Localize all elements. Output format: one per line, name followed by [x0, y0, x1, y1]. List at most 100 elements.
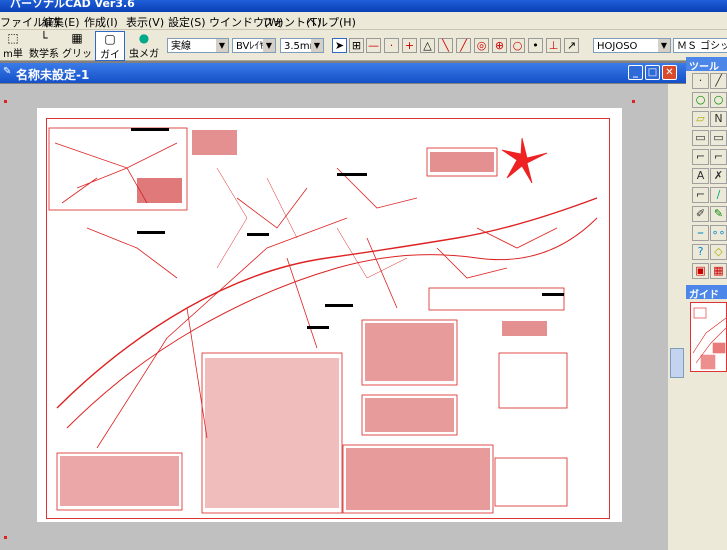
linetype-select[interactable]: 実線 ▼: [167, 38, 229, 53]
unit-button[interactable]: ⬚ m単位: [0, 31, 26, 75]
guide-window-title: ガイド: [689, 290, 719, 301]
rect-tool-button[interactable]: ▭: [692, 130, 709, 146]
circle2-tool-button[interactable]: ○: [710, 92, 727, 108]
canvas-marker: [4, 536, 7, 539]
size-select[interactable]: 3.5mm ▼: [280, 38, 324, 53]
dot-tool-button[interactable]: ·: [692, 73, 709, 89]
dimension-tool-button[interactable]: ✗: [710, 168, 727, 184]
maximize-button[interactable]: □: [645, 65, 660, 80]
fill-tool-button[interactable]: ◇: [710, 244, 727, 260]
menu-bar: ファイル(F) 編集(E) 作成(I) 表示(V) 設定(S) ウインドウ(W)…: [0, 12, 727, 30]
freehand-tool-button[interactable]: N: [710, 111, 727, 127]
rect2-tool-button[interactable]: ▭: [710, 130, 727, 146]
minimize-button[interactable]: _: [628, 65, 643, 80]
polyline2-tool-button[interactable]: ⌐: [710, 149, 727, 165]
app-title: パーソナルCAD Ver3.6: [10, 0, 135, 10]
linetype-value: 実線: [171, 41, 191, 52]
circle-tool-button[interactable]: ○: [692, 92, 709, 108]
scroll-thumb[interactable]: [670, 348, 684, 378]
extend-tool-button[interactable]: ⌐: [692, 187, 709, 203]
road-east: [436, 227, 558, 279]
layer-select[interactable]: BVﾚｲﾔｰ ▼: [232, 38, 276, 53]
menu-view[interactable]: 表示(V): [126, 14, 164, 30]
font-name-select[interactable]: ＭＳ ゴシック: [673, 38, 727, 53]
text-tool-button[interactable]: A: [692, 168, 709, 184]
hline-tool-button[interactable]: ⎯: [692, 225, 709, 241]
cad-drawing: [48, 127, 598, 514]
drawing-sheet[interactable]: [37, 108, 622, 522]
grid-icon: ▦: [71, 31, 83, 45]
diagonal-arrow-tool[interactable]: ↗: [564, 38, 579, 53]
unit-icon: ⬚: [7, 31, 19, 45]
font-code-select[interactable]: HOJOSO ▼: [593, 38, 671, 53]
math-system-button[interactable]: └ 数学系: [28, 31, 60, 60]
inset-table: [137, 178, 182, 203]
small-table: [502, 321, 547, 336]
tool-window-title: ツール: [689, 62, 719, 73]
document-title-bar: ✎ 名称未設定-1 _ □ ✕: [0, 63, 686, 83]
arc-tool[interactable]: ○: [510, 38, 525, 53]
diag-line-tool[interactable]: ╲: [438, 38, 453, 53]
guide-icon: ▢: [104, 32, 116, 46]
line-end-tool[interactable]: —: [366, 38, 381, 53]
menu-edit[interactable]: 編集(E): [42, 14, 80, 30]
font-name-value: ＭＳ ゴシック: [677, 41, 727, 52]
cross-tool[interactable]: +: [402, 38, 417, 53]
add-point-tool[interactable]: ⊞: [349, 38, 364, 53]
eraser-tool-button[interactable]: ✐: [692, 206, 709, 222]
frame-tool-button[interactable]: ▣: [692, 263, 709, 279]
chevron-down-icon: ▼: [263, 39, 275, 52]
select-arrow-tool[interactable]: ➤: [332, 38, 347, 53]
document-title: 名称未設定-1: [16, 68, 90, 82]
chevron-down-icon: ▼: [658, 39, 670, 52]
grid-button[interactable]: ▦ グリッド: [62, 31, 92, 75]
triangle-tool[interactable]: △: [420, 38, 435, 53]
guide-button[interactable]: ▢ ガイド: [95, 31, 125, 76]
label-bar: [137, 231, 165, 234]
tool-window: ツール · ╱ ○ ○ ▱ N ▭ ▭ ⌐ ⌐ A ✗ ⌐ ∕ ✐ ✎ ⎯ ∘∘…: [686, 57, 727, 550]
guide-preview[interactable]: [690, 302, 727, 372]
document-icon: ✎: [3, 66, 12, 77]
menu-help[interactable]: ヘルプ(H): [306, 14, 356, 30]
chevron-down-icon: ▼: [216, 39, 228, 52]
compass-rose: [501, 137, 548, 184]
circle-center-tool[interactable]: ◎: [474, 38, 489, 53]
data-table-1-fill: [365, 323, 454, 381]
pen-tool-button[interactable]: ✎: [710, 206, 727, 222]
spec-table-fill: [205, 358, 339, 508]
tool-window-title-bar: ツール: [686, 57, 727, 73]
dots-tool-button[interactable]: ∘∘: [710, 225, 727, 241]
label-bar: [247, 233, 269, 236]
close-button[interactable]: ✕: [662, 65, 677, 80]
parallelogram-tool-button[interactable]: ▱: [692, 111, 709, 127]
magnifier-icon: ●: [138, 31, 150, 45]
perpendicular-tool[interactable]: ⊥: [546, 38, 561, 53]
canvas-marker: [632, 100, 635, 103]
vertical-scrollbar[interactable]: [668, 84, 686, 550]
menu-create[interactable]: 作成(I): [84, 14, 118, 30]
line-mid-tool[interactable]: ·: [384, 38, 399, 53]
help-tool-button[interactable]: ?: [692, 244, 709, 260]
line-tool-button[interactable]: ╱: [710, 73, 727, 89]
app-title-bar: パーソナルCAD Ver3.6: [0, 0, 727, 12]
font-code-value: HOJOSO: [597, 41, 638, 52]
label-bar: [337, 173, 367, 176]
diag-line2-tool[interactable]: ╱: [456, 38, 471, 53]
guide-preview-drawing: [692, 307, 726, 370]
legend-block: [192, 130, 237, 155]
toolbar: ⬚ m単位 └ 数学系 ▦ グリッド ▢ ガイド ● 虫メガネ 実線 ▼ BVﾚ…: [0, 30, 727, 76]
axis-icon: └: [40, 31, 48, 45]
label-bar: [307, 326, 329, 329]
menu-settings[interactable]: 設定(S): [168, 14, 206, 30]
grid-tool-button[interactable]: ▦: [710, 263, 727, 279]
note-block: [494, 457, 568, 507]
knife-tool-button[interactable]: ∕: [710, 187, 727, 203]
polyline-tool-button[interactable]: ⌐: [692, 149, 709, 165]
canvas-marker: [4, 100, 7, 103]
empty-box: [498, 352, 568, 409]
circle-cross-tool[interactable]: ⊕: [492, 38, 507, 53]
math-label: 数学系: [29, 49, 59, 60]
dot-tool[interactable]: •: [528, 38, 543, 53]
magnifier-button[interactable]: ● 虫メガネ: [127, 31, 161, 75]
title-block-text: [430, 152, 494, 172]
